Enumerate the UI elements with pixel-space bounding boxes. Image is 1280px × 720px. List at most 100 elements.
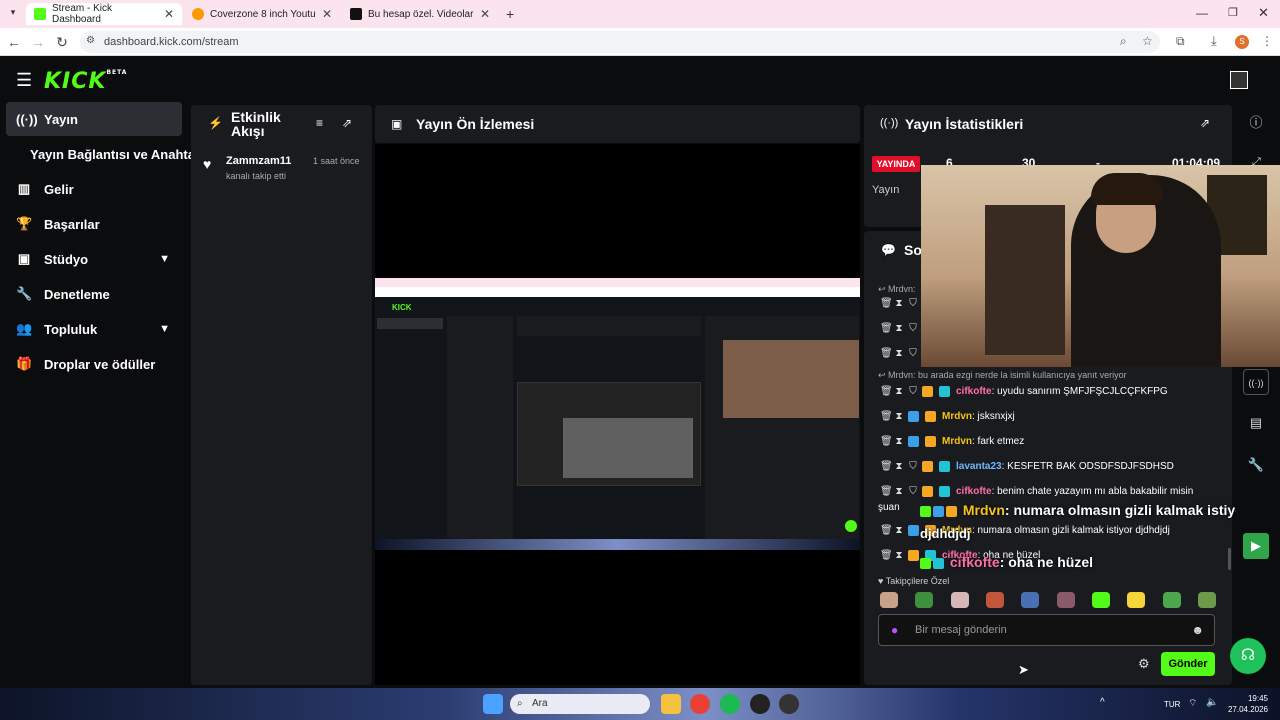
- chat-username[interactable]: Mrdvn: [942, 436, 972, 447]
- sidebar-item-topluluk[interactable]: 👥 Topluluk ▼: [6, 312, 182, 346]
- delete-icon[interactable]: 🗑: [880, 525, 893, 536]
- forward-icon[interactable]: →: [28, 32, 48, 52]
- download-icon[interactable]: ⤓: [1211, 33, 1217, 49]
- volume-icon[interactable]: 🔈: [1206, 697, 1218, 708]
- file-explorer-icon[interactable]: [661, 694, 681, 714]
- sidebar-item-yayin-baglantisi[interactable]: Yayın Bağlantısı ve Anahtarı: [6, 137, 204, 171]
- address-bar[interactable]: dashboard.kick.com/stream: [80, 31, 1160, 53]
- reload-icon[interactable]: ↻: [52, 32, 72, 52]
- delete-icon[interactable]: 🗑: [880, 461, 893, 472]
- back-icon[interactable]: ←: [4, 32, 24, 52]
- delete-icon[interactable]: 🗑: [880, 486, 893, 497]
- clock[interactable]: 19:45 27.04.2026: [1226, 693, 1268, 715]
- ban-icon[interactable]: ⛉: [908, 486, 918, 497]
- delete-icon[interactable]: 🗑: [880, 550, 893, 561]
- restore-icon[interactable]: ❐: [1228, 6, 1238, 19]
- emote-icon[interactable]: [1056, 592, 1075, 608]
- clapper-icon[interactable]: ▶: [1243, 533, 1269, 559]
- obs-icon[interactable]: [750, 694, 770, 714]
- profile-avatar[interactable]: S: [1235, 35, 1249, 49]
- emote-icon[interactable]: [1162, 592, 1181, 608]
- bookmark-star-icon[interactable]: ☆: [1142, 34, 1153, 48]
- sidebar-item-label: Gelir: [44, 181, 74, 197]
- chat-message: 🗑 ⧗ Mrdvn: fark etmez: [880, 436, 1228, 447]
- sidebar-item-yayin[interactable]: ((·)) Yayın: [6, 102, 182, 136]
- activity-event-user[interactable]: Zammzam11: [226, 155, 291, 167]
- delete-icon[interactable]: 🗑: [880, 436, 893, 447]
- mouse-cursor-icon: ➤: [1018, 662, 1029, 677]
- timeout-icon[interactable]: ⧗: [894, 386, 904, 397]
- sidebar-item-basarilar[interactable]: 🏆 Başarılar: [6, 207, 182, 241]
- site-info-icon[interactable]: ⚙: [86, 35, 95, 46]
- tab-hesap-ozel[interactable]: Bu hesap özel. Videolarını görm ✕: [342, 3, 498, 25]
- sidebar-item-studyo[interactable]: ▣ Stüdyo ▼: [6, 242, 182, 276]
- support-chat-button[interactable]: ☊: [1230, 638, 1266, 674]
- wifi-icon[interactable]: ⌔: [1188, 697, 1197, 710]
- hamburger-menu-icon[interactable]: ☰: [16, 70, 32, 91]
- emote-icon[interactable]: [950, 592, 969, 608]
- chat-username[interactable]: cifkofte: [956, 386, 992, 397]
- minimize-icon[interactable]: —: [1196, 6, 1208, 20]
- zoom-icon[interactable]: ⌕: [1120, 34, 1127, 49]
- sidebar-item-gelir[interactable]: ▥ Gelir: [6, 172, 182, 206]
- emote-icon[interactable]: [915, 592, 934, 608]
- microphone-icon[interactable]: ●: [891, 623, 898, 637]
- close-tab-icon[interactable]: ✕: [322, 7, 332, 21]
- tab-list-button[interactable]: ▾: [6, 7, 20, 21]
- tab-kick-dashboard[interactable]: Stream - Kick Dashboard ✕: [26, 3, 182, 25]
- popout-icon[interactable]: ⇗: [342, 116, 352, 130]
- timeout-icon[interactable]: ⧗: [894, 461, 904, 472]
- popout-icon[interactable]: ⇗: [1200, 116, 1210, 130]
- timeout-icon[interactable]: ⧗: [894, 486, 904, 497]
- chat-username[interactable]: cifkofte: [956, 486, 992, 497]
- close-window-icon[interactable]: ✕: [1258, 5, 1269, 21]
- filter-icon[interactable]: ≡: [316, 116, 323, 130]
- timeout-icon[interactable]: ⧗: [894, 436, 904, 447]
- wrench-rail-icon[interactable]: 🔧: [1243, 452, 1269, 478]
- browser-menu-icon[interactable]: ⋮: [1261, 34, 1273, 48]
- windows-start-icon[interactable]: [483, 694, 503, 714]
- timeout-icon[interactable]: ⧗: [894, 550, 904, 561]
- user-avatar[interactable]: [1230, 71, 1248, 89]
- timeout-icon[interactable]: ⧗: [894, 411, 904, 422]
- emote-icon[interactable]: [1021, 592, 1040, 608]
- tab-coverzone[interactable]: Coverzone 8 inch Youtuber LED ✕: [184, 3, 340, 25]
- close-tab-icon[interactable]: ✕: [480, 7, 490, 21]
- sidebar-item-denetleme[interactable]: 🔧 Denetleme: [6, 277, 182, 311]
- new-tab-icon[interactable]: +: [506, 6, 514, 22]
- chat-username[interactable]: lavanta23: [956, 461, 1002, 472]
- info-icon[interactable]: ⓘ: [1243, 110, 1269, 136]
- language-indicator[interactable]: TUR: [1164, 700, 1180, 709]
- app-icon[interactable]: [779, 694, 799, 714]
- ban-icon[interactable]: ⛉: [908, 386, 918, 397]
- spotify-icon[interactable]: [720, 694, 740, 714]
- chat-settings-icon[interactable]: ⚙: [1138, 656, 1150, 672]
- emoji-icon[interactable]: ☻: [1191, 623, 1204, 637]
- emote-icon[interactable]: [880, 592, 898, 608]
- sidebar-item-droplar[interactable]: 🎁 Droplar ve ödüller: [6, 347, 182, 381]
- emote-icon[interactable]: [1127, 592, 1146, 608]
- broadcast-rail-icon[interactable]: ((·)): [1243, 369, 1269, 395]
- stack-icon[interactable]: ▤: [1243, 410, 1269, 436]
- emote-icon[interactable]: [1091, 592, 1110, 608]
- taskbar-search[interactable]: ⌕ Ara: [510, 694, 650, 714]
- tab-title: Stream - Kick Dashboard: [52, 3, 113, 25]
- tray-chevron-icon[interactable]: ^: [1100, 697, 1105, 708]
- emote-icon[interactable]: [1197, 592, 1216, 608]
- extensions-icon[interactable]: ⧉: [1176, 34, 1185, 49]
- sub-badge-icon: [939, 461, 950, 472]
- ban-icon[interactable]: ⛉: [908, 461, 918, 472]
- chrome-icon[interactable]: [690, 694, 710, 714]
- chat-username[interactable]: Mrdvn: [942, 411, 972, 422]
- delete-icon[interactable]: 🗑: [880, 411, 893, 422]
- chat-scrollbar[interactable]: [1228, 548, 1231, 570]
- expand-icon[interactable]: ⤢: [1252, 156, 1261, 169]
- emote-icon[interactable]: [985, 592, 1004, 608]
- timeout-icon[interactable]: ⧗: [894, 525, 904, 536]
- send-button[interactable]: Gönder: [1161, 652, 1215, 676]
- chat-input[interactable]: ● Bir mesaj gönderin ☻: [878, 614, 1215, 646]
- kick-logo[interactable]: KICKBETA: [44, 69, 127, 94]
- chat-bubble-icon: 💬: [881, 243, 896, 257]
- delete-icon[interactable]: 🗑: [880, 386, 893, 397]
- close-tab-icon[interactable]: ✕: [164, 7, 174, 21]
